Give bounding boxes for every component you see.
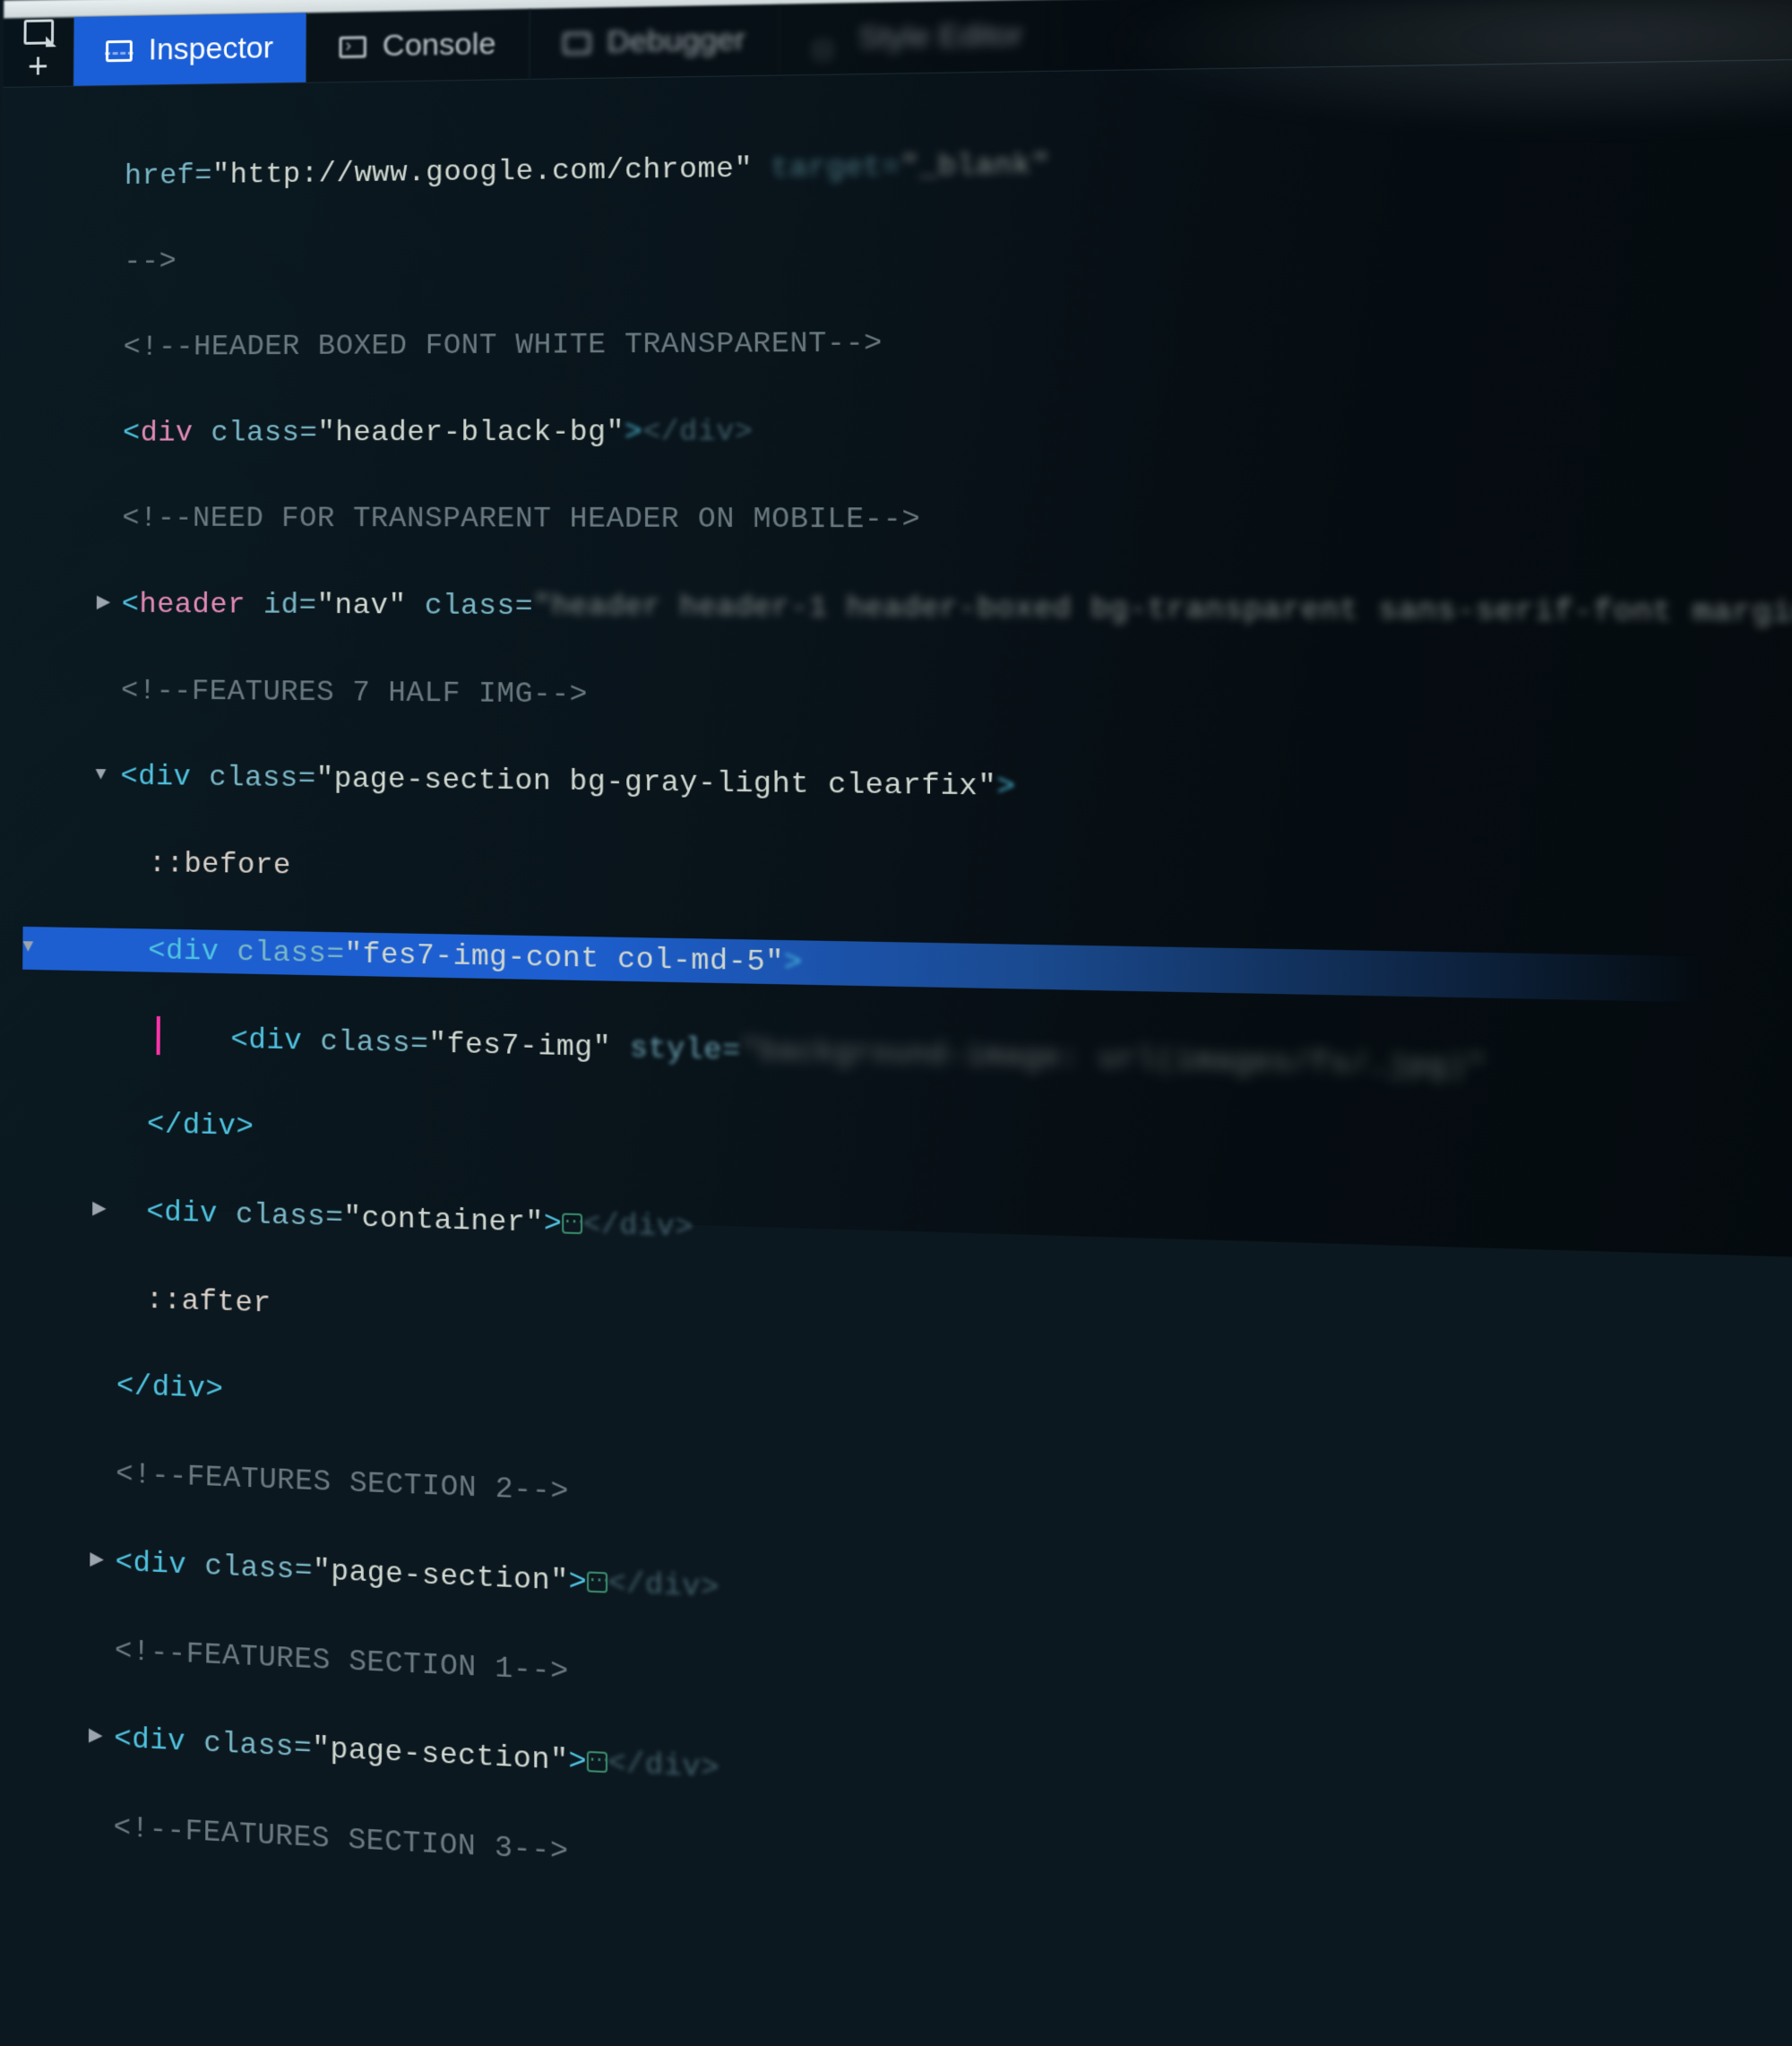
- style-editor-icon: [814, 28, 841, 50]
- console-icon: [339, 36, 366, 58]
- dom-node[interactable]: <div class="fes7-img" style="background-…: [93, 1014, 1792, 1100]
- code-text: "http://www.google.com/chrome": [212, 152, 753, 193]
- code-comment: <!--FEATURES SECTION 2-->: [116, 1456, 569, 1509]
- glare: [1009, 0, 1792, 158]
- tab-label: Style Editor: [858, 17, 1023, 56]
- code-text: href=: [125, 159, 212, 193]
- tab-inspector[interactable]: Inspector: [73, 13, 306, 85]
- expand-arrow-icon[interactable]: [92, 1196, 107, 1223]
- expand-arrow-icon[interactable]: [90, 1547, 104, 1575]
- dom-node[interactable]: <div class="header-black-bg"></div>: [98, 407, 1792, 454]
- code-comment: <!--NEED FOR TRANSPARENT HEADER ON MOBIL…: [122, 502, 920, 537]
- devtools-screen: + Inspector Console Debugger Style Edito…: [0, 0, 1792, 1260]
- edit-marker: [157, 1015, 160, 1054]
- collapsed-ellipsis-icon[interactable]: [587, 1571, 607, 1593]
- element-picker-icon[interactable]: [23, 20, 54, 45]
- code-comment: <!--FEATURES SECTION 1-->: [115, 1633, 569, 1688]
- tab-style-editor[interactable]: Style Editor: [780, 0, 1058, 75]
- expand-arrow-icon[interactable]: [97, 590, 111, 617]
- tab-debugger[interactable]: Debugger: [530, 4, 780, 79]
- dom-node[interactable]: <div class="page-section bg-gray-light c…: [95, 755, 1792, 821]
- code-comment: <!--FEATURES SECTION 3-->: [113, 1810, 568, 1869]
- collapsed-ellipsis-icon[interactable]: [587, 1751, 607, 1774]
- collapse-arrow-icon[interactable]: [95, 762, 107, 789]
- new-tab-button[interactable]: +: [28, 48, 48, 84]
- dom-node-selected[interactable]: <div class="fes7-img-cont col-md-5">: [22, 927, 1792, 1006]
- tab-label: Console: [383, 27, 496, 65]
- pseudo-before: ::before: [149, 847, 291, 883]
- dom-node[interactable]: <header id="nav" class="header header-1 …: [97, 583, 1792, 636]
- inspector-icon: [106, 39, 133, 61]
- code-comment: <!--HEADER BOXED FONT WHITE TRANSPARENT-…: [124, 326, 883, 364]
- pseudo-after: ::after: [146, 1282, 271, 1321]
- inspector-dom-tree[interactable]: href="http://www.google.com/chrome" targ…: [0, 58, 1792, 2042]
- collapse-arrow-icon[interactable]: [22, 934, 34, 961]
- code-text: -->: [124, 245, 177, 279]
- code-text: "_blank": [900, 148, 1050, 184]
- collapsed-ellipsis-icon[interactable]: [562, 1213, 582, 1234]
- tabbar-side-buttons: +: [4, 17, 74, 87]
- dom-node[interactable]: <div class="container"></div>: [92, 1188, 1792, 1286]
- debugger-icon: [563, 31, 590, 54]
- tab-console[interactable]: Console: [306, 9, 530, 82]
- expand-arrow-icon[interactable]: [89, 1722, 103, 1751]
- code-text: target=: [753, 150, 900, 186]
- tab-label: Debugger: [607, 22, 745, 60]
- tab-label: Inspector: [149, 30, 274, 67]
- code-comment: <!--FEATURES 7 HALF IMG-->: [121, 673, 588, 711]
